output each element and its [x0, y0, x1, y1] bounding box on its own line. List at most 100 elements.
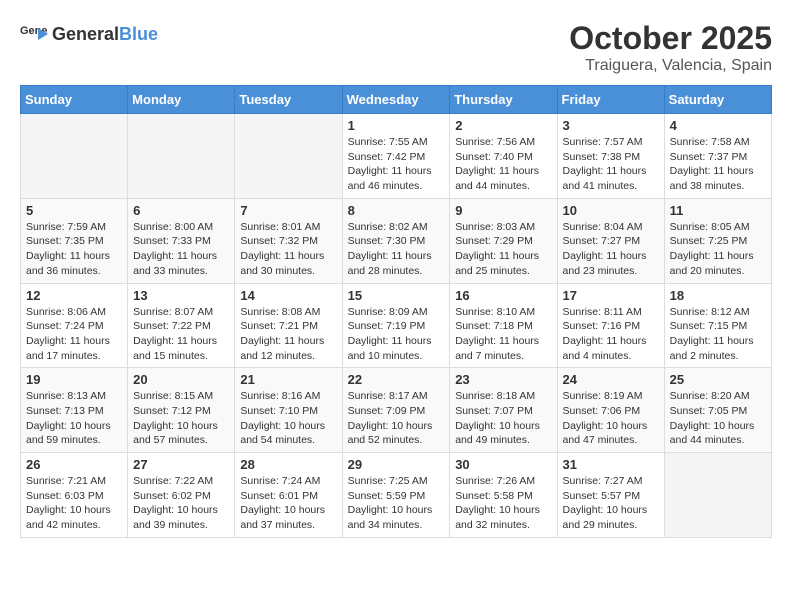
calendar-cell: 28 Sunrise: 7:24 AM Sunset: 6:01 PM Dayl… — [235, 453, 342, 538]
sunrise: Sunrise: 7:58 AM — [670, 136, 750, 148]
daylight: Daylight: 10 hours and 49 minutes. — [455, 420, 540, 447]
calendar-cell: 29 Sunrise: 7:25 AM Sunset: 5:59 PM Dayl… — [342, 453, 450, 538]
day-number: 8 — [348, 203, 445, 218]
logo-general: General — [52, 24, 119, 44]
day-info: Sunrise: 7:59 AM Sunset: 7:35 PM Dayligh… — [26, 220, 122, 279]
sunrise: Sunrise: 8:20 AM — [670, 390, 750, 402]
logo-icon: General — [20, 20, 48, 48]
daylight: Daylight: 11 hours and 20 minutes. — [670, 250, 754, 277]
day-number: 22 — [348, 372, 445, 387]
sunset: Sunset: 7:15 PM — [670, 320, 748, 332]
day-info: Sunrise: 7:24 AM Sunset: 6:01 PM Dayligh… — [240, 474, 336, 533]
week-row-3: 12 Sunrise: 8:06 AM Sunset: 7:24 PM Dayl… — [21, 283, 772, 368]
sunrise: Sunrise: 7:56 AM — [455, 136, 535, 148]
sunset: Sunset: 7:05 PM — [670, 405, 748, 417]
sunset: Sunset: 5:57 PM — [563, 490, 641, 502]
daylight: Daylight: 11 hours and 7 minutes. — [455, 335, 539, 362]
sunrise: Sunrise: 8:19 AM — [563, 390, 643, 402]
day-number: 3 — [563, 118, 659, 133]
weekday-header-monday: Monday — [128, 86, 235, 114]
sunset: Sunset: 5:59 PM — [348, 490, 426, 502]
day-number: 23 — [455, 372, 551, 387]
calendar-cell: 1 Sunrise: 7:55 AM Sunset: 7:42 PM Dayli… — [342, 114, 450, 199]
sunrise: Sunrise: 8:02 AM — [348, 221, 428, 233]
sunrise: Sunrise: 8:06 AM — [26, 306, 106, 318]
sunset: Sunset: 7:18 PM — [455, 320, 533, 332]
calendar-cell: 11 Sunrise: 8:05 AM Sunset: 7:25 PM Dayl… — [664, 198, 771, 283]
day-number: 1 — [348, 118, 445, 133]
sunrise: Sunrise: 8:05 AM — [670, 221, 750, 233]
daylight: Daylight: 10 hours and 34 minutes. — [348, 504, 433, 531]
sunrise: Sunrise: 8:03 AM — [455, 221, 535, 233]
day-number: 11 — [670, 203, 766, 218]
calendar-cell — [664, 453, 771, 538]
daylight: Daylight: 11 hours and 23 minutes. — [563, 250, 647, 277]
sunset: Sunset: 7:40 PM — [455, 151, 533, 163]
calendar-cell: 18 Sunrise: 8:12 AM Sunset: 7:15 PM Dayl… — [664, 283, 771, 368]
sunrise: Sunrise: 7:24 AM — [240, 475, 320, 487]
calendar-cell: 19 Sunrise: 8:13 AM Sunset: 7:13 PM Dayl… — [21, 368, 128, 453]
sunset: Sunset: 6:01 PM — [240, 490, 318, 502]
day-info: Sunrise: 7:58 AM Sunset: 7:37 PM Dayligh… — [670, 135, 766, 194]
calendar-cell: 8 Sunrise: 8:02 AM Sunset: 7:30 PM Dayli… — [342, 198, 450, 283]
calendar-cell: 12 Sunrise: 8:06 AM Sunset: 7:24 PM Dayl… — [21, 283, 128, 368]
daylight: Daylight: 11 hours and 17 minutes. — [26, 335, 110, 362]
day-info: Sunrise: 8:20 AM Sunset: 7:05 PM Dayligh… — [670, 389, 766, 448]
day-info: Sunrise: 8:16 AM Sunset: 7:10 PM Dayligh… — [240, 389, 336, 448]
daylight: Daylight: 10 hours and 29 minutes. — [563, 504, 648, 531]
sunrise: Sunrise: 8:16 AM — [240, 390, 320, 402]
weekday-header-row: SundayMondayTuesdayWednesdayThursdayFrid… — [21, 86, 772, 114]
daylight: Daylight: 11 hours and 46 minutes. — [348, 165, 432, 192]
logo: General GeneralBlue — [20, 20, 158, 48]
calendar-cell: 26 Sunrise: 7:21 AM Sunset: 6:03 PM Dayl… — [21, 453, 128, 538]
weekday-header-saturday: Saturday — [664, 86, 771, 114]
day-info: Sunrise: 8:03 AM Sunset: 7:29 PM Dayligh… — [455, 220, 551, 279]
day-number: 24 — [563, 372, 659, 387]
daylight: Daylight: 11 hours and 38 minutes. — [670, 165, 754, 192]
weekday-header-tuesday: Tuesday — [235, 86, 342, 114]
day-number: 12 — [26, 288, 122, 303]
day-info: Sunrise: 8:09 AM Sunset: 7:19 PM Dayligh… — [348, 305, 445, 364]
day-number: 2 — [455, 118, 551, 133]
sunrise: Sunrise: 7:25 AM — [348, 475, 428, 487]
day-number: 9 — [455, 203, 551, 218]
sunrise: Sunrise: 7:22 AM — [133, 475, 213, 487]
day-info: Sunrise: 8:04 AM Sunset: 7:27 PM Dayligh… — [563, 220, 659, 279]
day-number: 31 — [563, 457, 659, 472]
calendar-cell: 20 Sunrise: 8:15 AM Sunset: 7:12 PM Dayl… — [128, 368, 235, 453]
day-number: 19 — [26, 372, 122, 387]
calendar-cell: 21 Sunrise: 8:16 AM Sunset: 7:10 PM Dayl… — [235, 368, 342, 453]
calendar-cell: 9 Sunrise: 8:03 AM Sunset: 7:29 PM Dayli… — [450, 198, 557, 283]
calendar-cell — [235, 114, 342, 199]
day-number: 13 — [133, 288, 229, 303]
calendar-cell: 13 Sunrise: 8:07 AM Sunset: 7:22 PM Dayl… — [128, 283, 235, 368]
calendar-cell: 7 Sunrise: 8:01 AM Sunset: 7:32 PM Dayli… — [235, 198, 342, 283]
week-row-2: 5 Sunrise: 7:59 AM Sunset: 7:35 PM Dayli… — [21, 198, 772, 283]
sunrise: Sunrise: 8:00 AM — [133, 221, 213, 233]
day-info: Sunrise: 7:27 AM Sunset: 5:57 PM Dayligh… — [563, 474, 659, 533]
daylight: Daylight: 10 hours and 54 minutes. — [240, 420, 325, 447]
weekday-header-friday: Friday — [557, 86, 664, 114]
week-row-4: 19 Sunrise: 8:13 AM Sunset: 7:13 PM Dayl… — [21, 368, 772, 453]
sunrise: Sunrise: 7:57 AM — [563, 136, 643, 148]
title-block: October 2025 Traiguera, Valencia, Spain — [569, 20, 772, 75]
sunset: Sunset: 7:24 PM — [26, 320, 104, 332]
sunrise: Sunrise: 8:09 AM — [348, 306, 428, 318]
daylight: Daylight: 10 hours and 52 minutes. — [348, 420, 433, 447]
daylight: Daylight: 11 hours and 2 minutes. — [670, 335, 754, 362]
sunrise: Sunrise: 8:17 AM — [348, 390, 428, 402]
sunset: Sunset: 7:06 PM — [563, 405, 641, 417]
sunset: Sunset: 7:35 PM — [26, 235, 104, 247]
day-info: Sunrise: 7:57 AM Sunset: 7:38 PM Dayligh… — [563, 135, 659, 194]
sunset: Sunset: 5:58 PM — [455, 490, 533, 502]
sunrise: Sunrise: 7:27 AM — [563, 475, 643, 487]
daylight: Daylight: 11 hours and 41 minutes. — [563, 165, 647, 192]
day-info: Sunrise: 8:10 AM Sunset: 7:18 PM Dayligh… — [455, 305, 551, 364]
day-info: Sunrise: 8:18 AM Sunset: 7:07 PM Dayligh… — [455, 389, 551, 448]
day-number: 16 — [455, 288, 551, 303]
sunrise: Sunrise: 7:55 AM — [348, 136, 428, 148]
sunset: Sunset: 6:03 PM — [26, 490, 104, 502]
weekday-header-wednesday: Wednesday — [342, 86, 450, 114]
day-number: 5 — [26, 203, 122, 218]
calendar-cell: 31 Sunrise: 7:27 AM Sunset: 5:57 PM Dayl… — [557, 453, 664, 538]
